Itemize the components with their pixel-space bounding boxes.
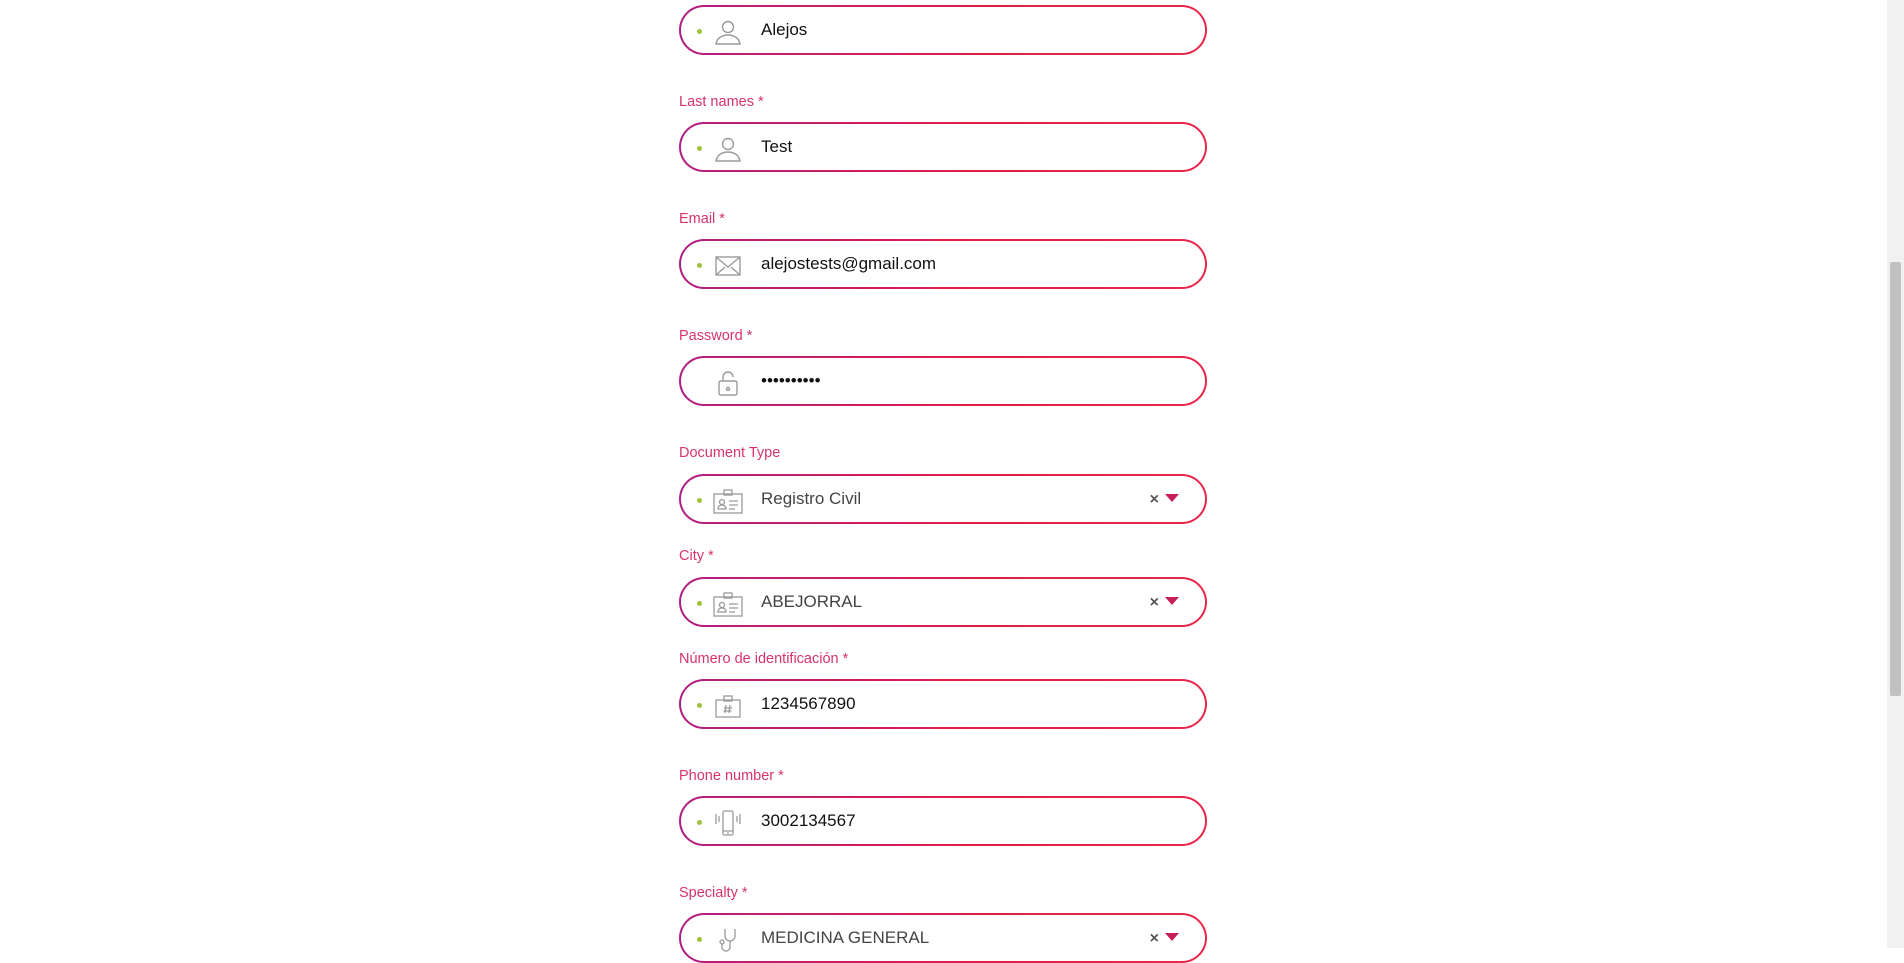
last-names-input[interactable]: Test bbox=[761, 124, 792, 170]
mobile-phone-icon bbox=[713, 810, 743, 836]
required-dot bbox=[697, 703, 702, 708]
required-dot bbox=[697, 146, 702, 151]
required-dot bbox=[697, 498, 702, 503]
specialty-select[interactable]: MEDICINA GENERAL × bbox=[679, 913, 1207, 963]
email-label: Email * bbox=[679, 211, 725, 227]
clear-selection-icon[interactable]: × bbox=[1150, 915, 1159, 961]
user-icon bbox=[713, 136, 743, 162]
last-names-field[interactable]: Test bbox=[679, 122, 1207, 172]
phone-input[interactable]: 3002134567 bbox=[761, 798, 856, 844]
badge-number-icon bbox=[713, 693, 743, 719]
city-label: City * bbox=[679, 548, 714, 564]
document-type-label: Document Type bbox=[679, 445, 781, 461]
required-dot bbox=[697, 937, 702, 942]
id-number-label: Número de identificación * bbox=[679, 651, 849, 667]
required-dot bbox=[697, 263, 702, 268]
id-card-icon bbox=[713, 488, 743, 514]
page-scrollbar[interactable] bbox=[1887, 0, 1904, 948]
last-names-label: Last names * bbox=[679, 94, 764, 110]
document-type-select[interactable]: Registro Civil × bbox=[679, 474, 1207, 524]
chevron-down-icon[interactable] bbox=[1165, 597, 1179, 605]
id-number-field[interactable]: 1234567890 bbox=[679, 679, 1207, 729]
specialty-label: Specialty * bbox=[679, 885, 748, 901]
id-number-input[interactable]: 1234567890 bbox=[761, 681, 856, 727]
first-name-field[interactable]: Alejos bbox=[679, 5, 1207, 55]
chevron-down-icon[interactable] bbox=[1165, 933, 1179, 941]
clear-selection-icon[interactable]: × bbox=[1150, 476, 1159, 522]
phone-field[interactable]: 3002134567 bbox=[679, 796, 1207, 846]
document-type-value: Registro Civil bbox=[761, 489, 862, 508]
stethoscope-icon bbox=[713, 927, 743, 953]
password-field[interactable]: •••••••••• bbox=[679, 356, 1207, 406]
password-input[interactable]: •••••••••• bbox=[761, 358, 821, 404]
email-input[interactable]: alejostests@gmail.com bbox=[761, 241, 936, 287]
envelope-icon bbox=[713, 253, 743, 279]
email-field[interactable]: alejostests@gmail.com bbox=[679, 239, 1207, 289]
first-name-input[interactable]: Alejos bbox=[761, 7, 807, 53]
phone-label: Phone number * bbox=[679, 768, 784, 784]
user-icon bbox=[713, 19, 743, 45]
lock-icon bbox=[713, 370, 743, 396]
password-label: Password * bbox=[679, 328, 753, 344]
clear-selection-icon[interactable]: × bbox=[1150, 579, 1159, 625]
scrollbar-thumb[interactable] bbox=[1890, 262, 1901, 696]
city-value: ABEJORRAL bbox=[761, 592, 863, 611]
specialty-value: MEDICINA GENERAL bbox=[761, 928, 930, 947]
id-card-icon bbox=[713, 591, 743, 617]
required-dot bbox=[697, 601, 702, 606]
chevron-down-icon[interactable] bbox=[1165, 494, 1179, 502]
required-dot bbox=[697, 820, 702, 825]
city-select[interactable]: ABEJORRAL × bbox=[679, 577, 1207, 627]
required-dot bbox=[697, 29, 702, 34]
